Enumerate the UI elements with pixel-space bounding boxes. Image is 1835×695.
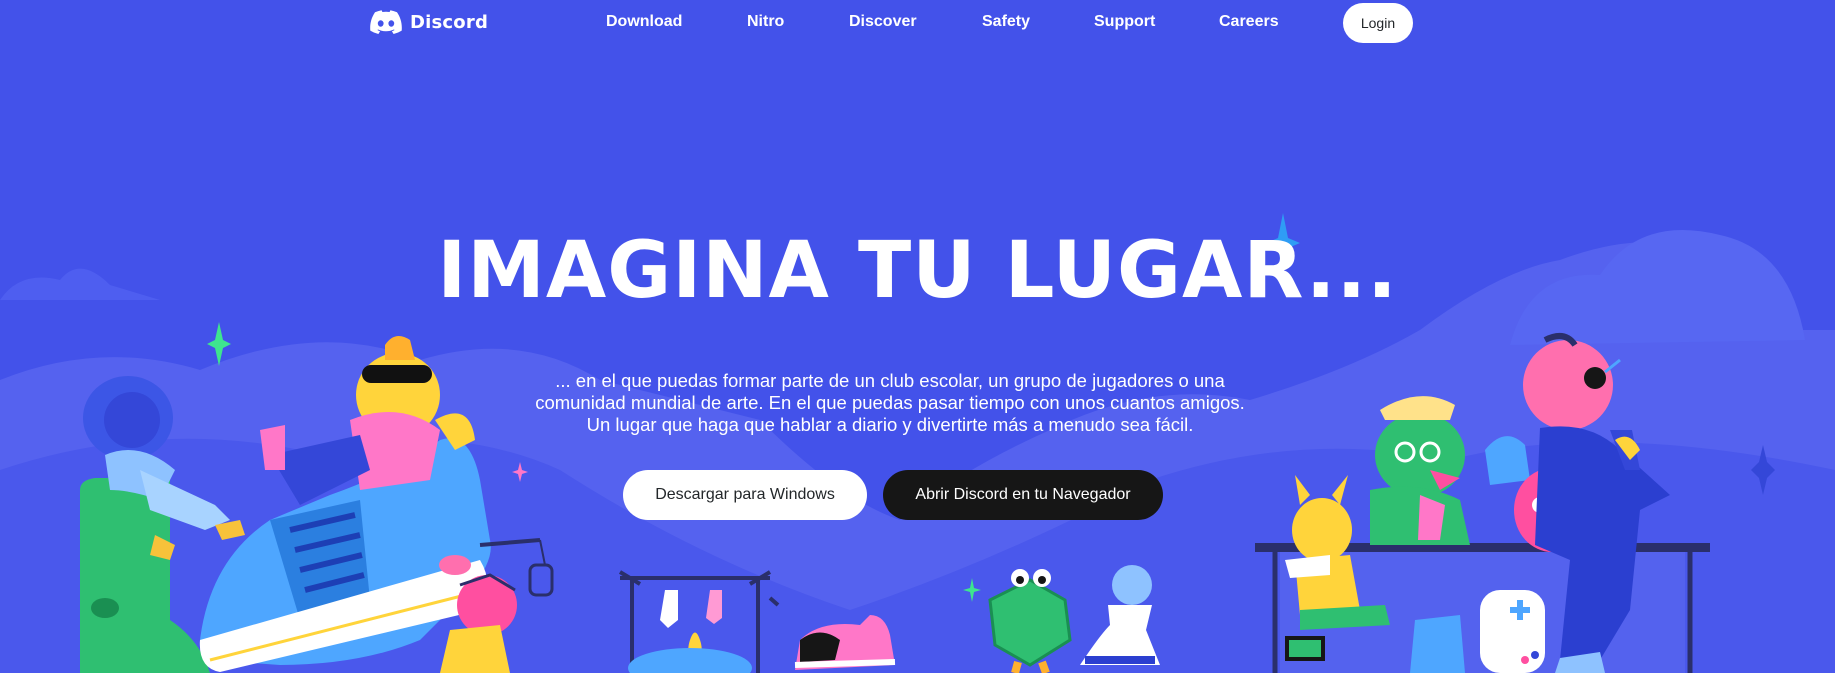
hero-subtitle: ... en el que puedas formar parte de un …	[490, 370, 1290, 436]
chess-pawn-character	[1112, 565, 1152, 605]
nav-link-support[interactable]: Support	[1094, 13, 1155, 31]
hero-section: Discord Download Nitro Discover Safety S…	[0, 0, 1835, 673]
bunny-character	[1292, 498, 1352, 562]
page-bottom-strip	[0, 673, 1835, 695]
nav-link-nitro[interactable]: Nitro	[747, 13, 784, 31]
download-windows-button[interactable]: Descargar para Windows	[623, 470, 867, 520]
nav-link-download[interactable]: Download	[606, 13, 682, 31]
hero-headline: IMAGINA TU LUGAR...	[437, 226, 1398, 316]
login-button[interactable]: Login	[1343, 3, 1413, 43]
sparkle-icon	[207, 322, 231, 366]
hero-subtitle-line: Un lugar que haga que hablar a diario y …	[586, 414, 1194, 435]
discord-logo[interactable]: Discord	[370, 10, 488, 34]
hero-subtitle-line: ... en el que puedas formar parte de un …	[555, 370, 1225, 391]
hero-subtitle-line: comunidad mundial de arte. En el que pue…	[535, 392, 1245, 413]
hero-illustration	[0, 213, 1835, 673]
nav-link-discover[interactable]: Discover	[849, 13, 917, 31]
discord-logo-icon	[370, 10, 402, 34]
nav-link-safety[interactable]: Safety	[982, 13, 1030, 31]
logo-wordmark: Discord	[410, 11, 489, 33]
gamepad-character	[1480, 590, 1545, 673]
nav-link-careers[interactable]: Careers	[1219, 13, 1279, 31]
open-in-browser-button[interactable]: Abrir Discord en tu Navegador	[883, 470, 1163, 520]
